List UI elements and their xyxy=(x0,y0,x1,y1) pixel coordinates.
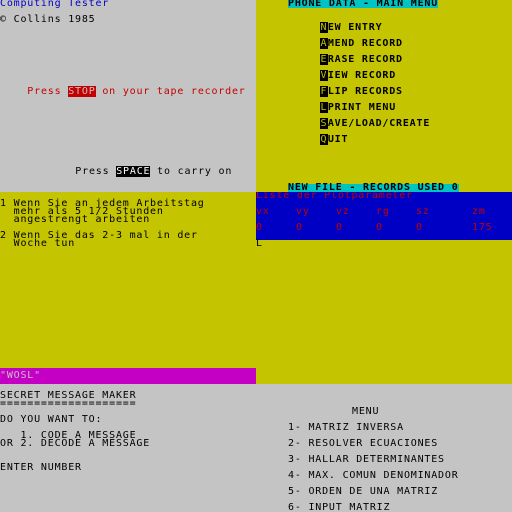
title-underline: ==================== xyxy=(0,398,137,409)
matrix-menu-item-3[interactable]: 3- HALLAR DETERMINANTES xyxy=(288,455,445,465)
menu-item-label: AVE/LOAD/CREATE xyxy=(327,118,431,129)
matrix-menu-item-1[interactable]: 1- MATRIZ INVERSA xyxy=(288,423,404,433)
param-header-rg: rg xyxy=(376,206,390,217)
menu-item-label: UIT xyxy=(327,134,349,145)
tape-instruction: Press STOP on your tape recorder xyxy=(27,86,246,97)
param-value-vx: 0 xyxy=(256,222,263,233)
menu-hotkey[interactable]: N xyxy=(320,22,328,33)
footer-label: "WOSL" xyxy=(0,370,41,381)
question-text: DO YOU WANT TO: xyxy=(0,414,103,425)
menu-item-label: EW ENTRY xyxy=(327,22,383,33)
phone-data-screen: PHONE DATA - MAIN MENU NEW ENTRY AMEND RE… xyxy=(256,0,512,192)
matrix-menu-item-2[interactable]: 2- RESOLVER ECUACIONES xyxy=(288,439,438,449)
menu-item-mend-record[interactable]: AMEND RECORD xyxy=(320,38,403,49)
menu-item-label: MEND RECORD xyxy=(327,38,403,49)
menu-hotkey[interactable]: L xyxy=(320,102,328,113)
menu-item-rase-record[interactable]: ERASE RECORD xyxy=(320,54,403,65)
option-2-line-2: Woche tun xyxy=(0,238,76,249)
menu-item-iew-record[interactable]: VIEW RECORD xyxy=(320,70,397,81)
menu-item-label: LIP RECORDS xyxy=(327,86,403,97)
param-header-vz: vz xyxy=(336,206,350,217)
computing-tester-screen: Computing Tester © Collins 1985 Press ST… xyxy=(0,0,256,192)
menu-item-ew-entry[interactable]: NEW ENTRY xyxy=(320,22,383,33)
matrix-menu-item-6[interactable]: 6- INPUT MATRIZ xyxy=(288,503,390,512)
param-value-sz: 0 xyxy=(416,222,423,233)
copyright-text: © Collins 1985 xyxy=(0,14,96,25)
german-text-screen: 1 Wenn Sie an jedem Arbeitstag mehr als … xyxy=(0,192,256,384)
file-status: NEW FILE - RECORDS USED 0 xyxy=(288,182,459,192)
param-header-vy: vy xyxy=(296,206,310,217)
menu-heading: MENU xyxy=(352,406,380,417)
param-value-zm: 175 xyxy=(472,222,493,233)
menu-title: PHONE DATA - MAIN MENU xyxy=(288,0,439,9)
menu-hotkey[interactable]: A xyxy=(320,38,328,49)
menu-hotkey[interactable]: V xyxy=(320,70,328,81)
secret-message-screen: SECRET MESSAGE MAKER ===================… xyxy=(0,384,256,512)
menu-hotkey[interactable]: S xyxy=(320,118,328,129)
matrix-menu-item-4[interactable]: 4- MAX. COMUN DENOMINADOR xyxy=(288,471,459,481)
parameter-title: Liste der Plotparameter xyxy=(256,192,413,201)
menu-hotkey[interactable]: E xyxy=(320,54,328,65)
menu-hotkey[interactable]: F xyxy=(320,86,328,97)
menu-item-lip-records[interactable]: FLIP RECORDS xyxy=(320,86,403,97)
param-header-zm: zm xyxy=(472,206,486,217)
menu-item-label: PRINT MENU xyxy=(327,102,397,113)
option-1-line-3: angestrengt arbeiten xyxy=(0,214,151,225)
space-instruction: Press SPACE to carry on xyxy=(75,166,233,177)
menu-hotkey[interactable]: Q xyxy=(320,134,328,145)
input-cursor[interactable]: L xyxy=(256,239,263,249)
matrix-menu-screen: MENU 1- MATRIZ INVERSA 2- RESOLVER ECUACI… xyxy=(256,384,512,512)
footer-bar: "WOSL" xyxy=(0,368,256,384)
menu-item-print-menu[interactable]: LPRINT MENU xyxy=(320,102,397,113)
param-value-vy: 0 xyxy=(296,222,303,233)
menu-item-uit[interactable]: QUIT xyxy=(320,134,349,145)
space-key[interactable]: SPACE xyxy=(116,166,151,177)
param-value-rg: 0 xyxy=(376,222,383,233)
plot-parameters-screen: Liste der Plotparameter vx vy vz rg sz zm 0 0 0… xyxy=(256,192,512,384)
param-header-vx: vx xyxy=(256,206,270,217)
param-value-vz: 0 xyxy=(336,222,343,233)
matrix-menu-item-5[interactable]: 5- ORDEN DE UNA MATRIZ xyxy=(288,487,438,497)
menu-item-label: RASE RECORD xyxy=(327,54,403,65)
stop-key: STOP xyxy=(68,86,96,97)
menu-item-ave-load-create[interactable]: SAVE/LOAD/CREATE xyxy=(320,118,431,129)
parameter-panel: Liste der Plotparameter vx vy vz rg sz zm 0 0 0… xyxy=(256,192,512,240)
number-prompt[interactable]: ENTER NUMBER xyxy=(0,463,82,473)
program-title: Computing Tester xyxy=(0,0,110,9)
option-decode[interactable]: OR 2. DECODE A MESSAGE xyxy=(0,439,150,449)
param-header-sz: sz xyxy=(416,206,430,217)
menu-item-label: IEW RECORD xyxy=(327,70,397,81)
